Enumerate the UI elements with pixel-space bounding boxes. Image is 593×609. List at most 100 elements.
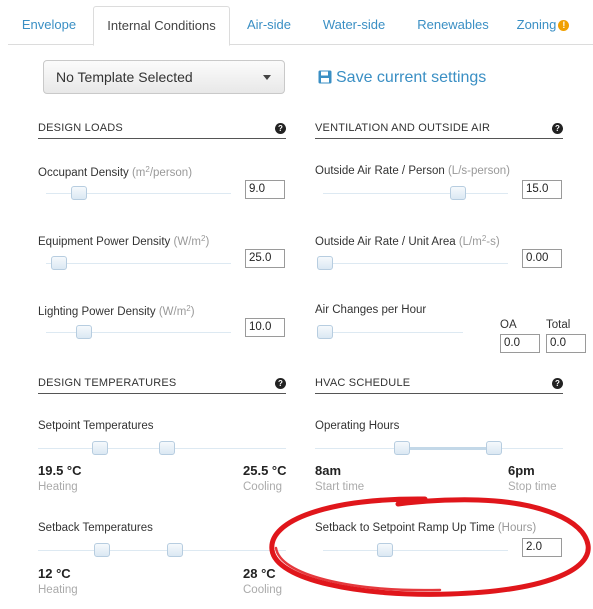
- tab-envelope-label: Envelope: [21, 17, 77, 32]
- setback-heating-value: 12 °C: [38, 566, 71, 581]
- help-icon[interactable]: ?: [275, 123, 286, 134]
- tab-envelope[interactable]: Envelope: [8, 6, 90, 45]
- oa-area-unit-pre: (L/m: [458, 236, 482, 248]
- oa-person-slider-handle[interactable]: [450, 186, 466, 200]
- ach-oa-label: OA: [500, 319, 517, 331]
- lighting-power-text: Lighting Power Density: [38, 306, 156, 318]
- tab-water-side-label: Water-side: [322, 17, 386, 32]
- ramp-up-unit: (Hours): [497, 522, 537, 534]
- operating-stop-value: 6pm: [508, 463, 535, 478]
- ach-total-label: Total: [546, 319, 571, 331]
- template-selected-value: No Template Selected: [56, 69, 193, 85]
- help-icon[interactable]: ?: [275, 378, 286, 389]
- ventilation-title: VENTILATION AND OUTSIDE AIR: [315, 122, 491, 134]
- template-dropdown[interactable]: No Template Selected: [43, 60, 285, 94]
- oa-area-text: Outside Air Rate / Unit Area: [315, 236, 456, 248]
- oa-person-text: Outside Air Rate / Person: [315, 165, 445, 177]
- setpoint-heating-handle[interactable]: [92, 441, 108, 455]
- design-temps-header: DESIGN TEMPERATURES ?: [38, 377, 286, 394]
- design-loads-title: DESIGN LOADS: [38, 122, 123, 134]
- occupant-density-label: Occupant Density (m2/person): [38, 165, 192, 179]
- caret-down-icon: [263, 75, 271, 80]
- setpoint-heating-value: 19.5 °C: [38, 463, 82, 478]
- setback-heating-label: Heating: [38, 584, 78, 596]
- oa-person-slider-track[interactable]: [323, 193, 508, 194]
- tab-air-side[interactable]: Air-side: [236, 6, 302, 45]
- operating-start-value: 8am: [315, 463, 342, 478]
- lighting-unit-pre: (W/m: [158, 306, 187, 318]
- ramp-up-slider-handle[interactable]: [377, 543, 393, 557]
- setback-slider-track[interactable]: [38, 550, 286, 551]
- occupant-density-slider-handle[interactable]: [71, 186, 87, 200]
- equipment-unit-post: ): [205, 236, 210, 248]
- equipment-power-text: Equipment Power Density: [38, 236, 171, 248]
- tab-water-side[interactable]: Water-side: [314, 6, 394, 45]
- equipment-power-unit: (W/m2): [174, 234, 210, 248]
- oa-area-slider-handle[interactable]: [317, 256, 333, 270]
- operating-stop-handle[interactable]: [486, 441, 502, 455]
- lighting-power-slider-track[interactable]: [46, 332, 231, 333]
- help-icon[interactable]: ?: [552, 123, 563, 134]
- ach-total-input[interactable]: 0.0: [546, 334, 586, 353]
- lighting-unit-post: ): [190, 306, 195, 318]
- operating-hours-text: Operating Hours: [315, 420, 400, 432]
- ramp-up-slider-track[interactable]: [323, 550, 508, 551]
- tab-renewables-label: Renewables: [417, 17, 489, 32]
- oa-area-slider-track[interactable]: [323, 263, 508, 264]
- setback-temps-text: Setback Temperatures: [38, 522, 153, 534]
- tab-zoning[interactable]: Zoning!: [508, 6, 578, 45]
- equipment-power-slider-track[interactable]: [46, 263, 231, 264]
- operating-start-handle[interactable]: [394, 441, 410, 455]
- occupant-density-text: Occupant Density: [38, 167, 129, 179]
- tab-zoning-label: Zoning: [516, 17, 557, 32]
- save-settings-button[interactable]: Save current settings: [318, 68, 486, 88]
- ach-slider-handle[interactable]: [317, 325, 333, 339]
- setback-temps-label: Setback Temperatures: [38, 522, 153, 534]
- ach-slider-track[interactable]: [323, 332, 463, 333]
- oa-person-input[interactable]: 15.0: [522, 180, 562, 199]
- ramp-up-label: Setback to Setpoint Ramp Up Time (Hours): [315, 522, 536, 534]
- setpoint-cooling-label: Cooling: [243, 481, 282, 493]
- floppy-disk-icon: [318, 70, 332, 84]
- lighting-power-slider-handle[interactable]: [76, 325, 92, 339]
- oa-area-label: Outside Air Rate / Unit Area (L/m2-s): [315, 234, 500, 248]
- oa-person-label: Outside Air Rate / Person (L/s-person): [315, 165, 510, 177]
- setpoint-temps-label: Setpoint Temperatures: [38, 420, 154, 432]
- ventilation-header: VENTILATION AND OUTSIDE AIR ?: [315, 122, 563, 139]
- setback-heating-handle[interactable]: [94, 543, 110, 557]
- ramp-up-input[interactable]: 2.0: [522, 538, 562, 557]
- operating-stop-label: Stop time: [508, 481, 557, 493]
- warning-icon: !: [558, 20, 570, 31]
- save-settings-label: Save current settings: [336, 69, 487, 86]
- ach-text: Air Changes per Hour: [315, 304, 427, 316]
- ach-oa-input[interactable]: 0.0: [500, 334, 540, 353]
- lighting-power-input[interactable]: 10.0: [245, 318, 285, 337]
- setpoint-heating-label: Heating: [38, 481, 78, 493]
- ramp-up-text: Setback to Setpoint Ramp Up Time: [315, 522, 495, 534]
- occupant-density-input[interactable]: 9.0: [245, 180, 285, 199]
- setback-cooling-handle[interactable]: [167, 543, 183, 557]
- help-icon[interactable]: ?: [552, 378, 563, 389]
- setpoint-temps-text: Setpoint Temperatures: [38, 420, 154, 432]
- setback-cooling-label: Cooling: [243, 584, 282, 596]
- setpoint-cooling-value: 25.5 °C: [243, 463, 287, 478]
- oa-person-unit: (L/s-person): [447, 165, 510, 177]
- occupant-density-unit: (m2/person): [131, 165, 193, 179]
- equipment-power-label: Equipment Power Density (W/m2): [38, 234, 209, 248]
- occupant-unit-post: /person): [149, 167, 193, 179]
- ach-label: Air Changes per Hour: [315, 304, 426, 316]
- tab-bar: Envelope Internal Conditions Air-side Wa…: [8, 6, 593, 46]
- operating-start-label: Start time: [315, 481, 365, 493]
- setpoint-cooling-handle[interactable]: [159, 441, 175, 455]
- equipment-power-input[interactable]: 25.0: [245, 249, 285, 268]
- occupant-unit-pre: (m: [131, 167, 146, 179]
- design-loads-header: DESIGN LOADS ?: [38, 122, 286, 139]
- tab-internal-conditions[interactable]: Internal Conditions: [93, 6, 230, 46]
- lighting-power-unit: (W/m2): [158, 304, 195, 318]
- equipment-power-slider-handle[interactable]: [51, 256, 67, 270]
- oa-area-input[interactable]: 0.00: [522, 249, 562, 268]
- hvac-schedule-header: HVAC SCHEDULE ?: [315, 377, 563, 394]
- tab-renewables[interactable]: Renewables: [408, 6, 498, 45]
- tab-air-side-label: Air-side: [246, 17, 292, 32]
- operating-hours-slider-range: [402, 447, 494, 450]
